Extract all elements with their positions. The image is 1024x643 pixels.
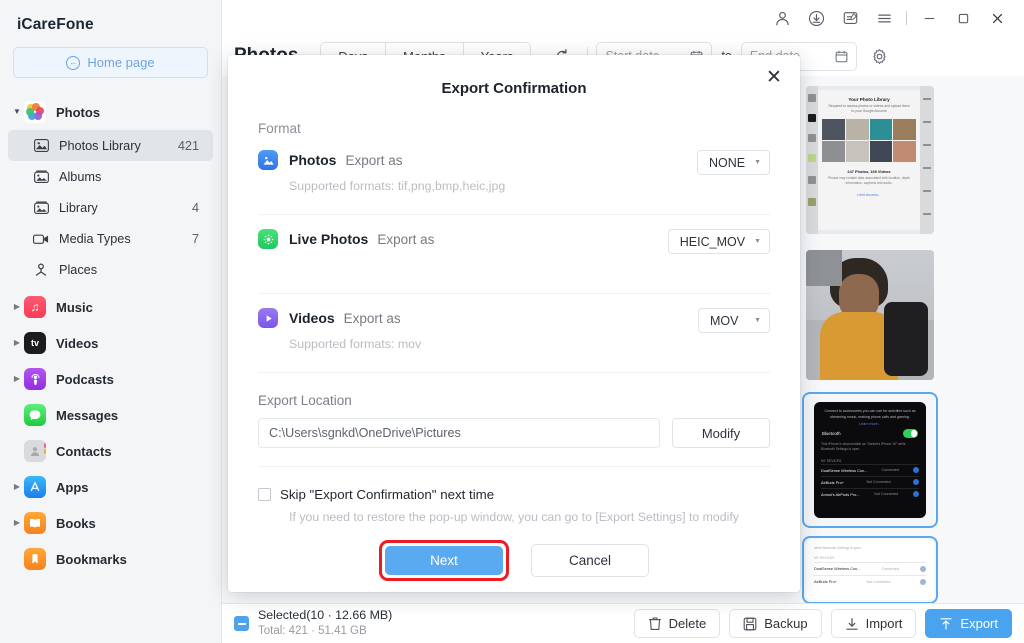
export-confirmation-dialog: ✕ Export Confirmation Format Photos Expo… <box>228 55 800 592</box>
skip-confirmation-label: Skip "Export Confirmation" next time <box>280 487 494 502</box>
cancel-button[interactable]: Cancel <box>531 544 649 577</box>
videos-app-icon <box>258 308 278 328</box>
format-row-main: Photos Export as <box>258 150 770 170</box>
select-value: MOV <box>710 314 738 328</box>
format-export-as-label: Export as <box>345 153 402 168</box>
live-photos-format-select[interactable]: HEIC_MOV ▼ <box>668 229 770 254</box>
format-name: Videos <box>289 310 335 326</box>
skip-confirmation-row[interactable]: Skip "Export Confirmation" next time <box>258 487 770 502</box>
format-row-videos: Videos Export as Supported formats: mov … <box>258 294 770 373</box>
chevron-down-icon: ▼ <box>754 238 761 245</box>
format-name: Photos <box>289 152 336 168</box>
dialog-title: Export Confirmation <box>228 55 800 97</box>
dialog-body: Format Photos Export as Supported format… <box>228 121 800 581</box>
format-row-main: Videos Export as <box>258 308 770 328</box>
live-photos-icon <box>258 229 278 249</box>
photos-app-icon <box>258 150 278 170</box>
next-button-highlight: Next <box>379 540 509 581</box>
select-value: HEIC_MOV <box>680 235 745 249</box>
next-button[interactable]: Next <box>385 546 503 575</box>
export-location-row: C:\Users\sgnkd\OneDrive\Pictures Modify <box>258 418 770 467</box>
chevron-down-icon: ▼ <box>754 317 761 324</box>
format-supported-hint: Supported formats: mov <box>258 328 770 351</box>
videos-format-select[interactable]: MOV ▼ <box>698 308 770 333</box>
export-location-label: Export Location <box>258 393 770 408</box>
format-export-as-label: Export as <box>344 311 401 326</box>
modify-button[interactable]: Modify <box>672 418 770 448</box>
format-row-live-photos: Live Photos Export as HEIC_MOV ▼ <box>258 215 770 294</box>
select-value: NONE <box>709 156 745 170</box>
format-export-as-label: Export as <box>377 232 434 247</box>
icarefone-window: iCareFone ← Home page ▼ Photos <box>0 0 1024 643</box>
skip-confirmation-hint: If you need to restore the pop-up window… <box>258 510 770 524</box>
format-supported-hint: Supported formats: tif,png,bmp,heic,jpg <box>258 170 770 193</box>
format-row-photos: Photos Export as Supported formats: tif,… <box>258 136 770 215</box>
export-location-input[interactable]: C:\Users\sgnkd\OneDrive\Pictures <box>258 418 660 448</box>
skip-confirmation-checkbox[interactable] <box>258 488 271 501</box>
dialog-actions: Next Cancel <box>258 540 770 581</box>
photos-format-select[interactable]: NONE ▼ <box>697 150 770 175</box>
chevron-down-icon: ▼ <box>754 159 761 166</box>
close-icon[interactable]: ✕ <box>760 63 788 91</box>
format-name: Live Photos <box>289 231 368 247</box>
format-section-label: Format <box>258 121 770 136</box>
